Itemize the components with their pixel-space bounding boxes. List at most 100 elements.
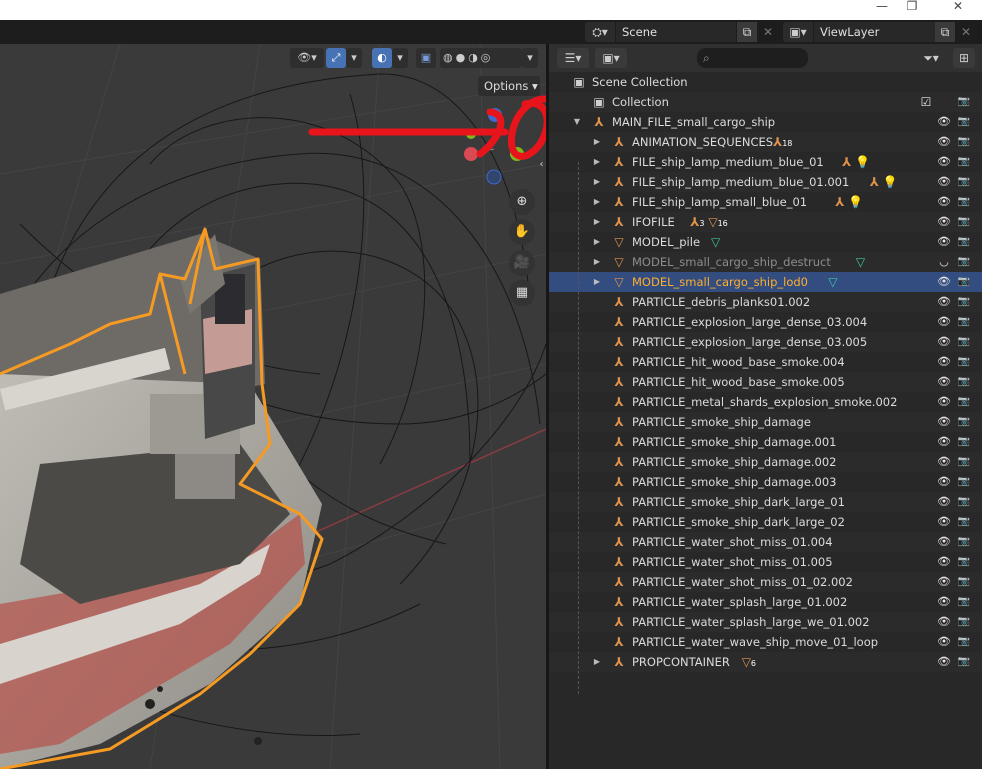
expand-toggle-icon[interactable]: ▶	[592, 212, 602, 232]
hidden-eye-icon[interactable]: ◡	[936, 252, 952, 272]
close-window-button[interactable]: ✕	[938, 0, 978, 20]
visibility-eye-icon[interactable]: 👁	[936, 152, 952, 172]
visibility-eye-icon[interactable]: 👁	[936, 272, 952, 292]
visibility-eye-icon[interactable]: 👁	[936, 292, 952, 312]
visibility-eye-icon[interactable]: 👁	[936, 192, 952, 212]
outliner-row[interactable]: ▶ ⅄ IFOFILE ⅄3 ▽16 👁 📷	[549, 212, 982, 232]
outliner-row[interactable]: ▶ ▽ MODEL_pile ▽ 👁 📷	[549, 232, 982, 252]
render-camera-icon[interactable]: 📷	[956, 192, 972, 212]
visibility-eye-icon[interactable]: 👁	[936, 352, 952, 372]
viewlayer-name-field[interactable]: ViewLayer	[814, 22, 935, 42]
camera-view-icon[interactable]: 🎥	[509, 250, 535, 276]
render-camera-icon[interactable]: 📷	[956, 352, 972, 372]
outliner-search-input[interactable]: ⌕	[697, 48, 808, 68]
scene-icon[interactable]: ⛭▾	[585, 22, 615, 42]
render-camera-icon[interactable]: 📷	[956, 492, 972, 512]
3d-viewport[interactable]: 👁▾ ⤢ ▾ ◐ ▾ ▣ ◍●◑◎ ▾ Options ▾ ‹ ⊕ ✋ 🎥 ▦	[0, 44, 546, 769]
outliner-row[interactable]: ⅄ PARTICLE_smoke_ship_dark_large_01 👁 📷	[549, 492, 982, 512]
outliner-row[interactable]: ▣ Collection ☑ 📷	[549, 92, 982, 112]
new-collection-icon[interactable]: ⊞	[953, 48, 975, 68]
filter-funnel-icon[interactable]: ⏷▾	[915, 48, 947, 68]
shading-mode-group[interactable]: ◍●◑◎	[440, 48, 522, 68]
view-object-types-icon[interactable]: 👁▾	[290, 48, 324, 68]
render-camera-icon[interactable]: 📷	[956, 212, 972, 232]
outliner-row[interactable]: ⅄ PARTICLE_smoke_ship_damage.003 👁 📷	[549, 472, 982, 492]
perspective-grid-icon[interactable]: ▦	[509, 280, 535, 306]
outliner-row[interactable]: ▣ Scene Collection	[549, 72, 982, 92]
render-camera-icon[interactable]: 📷	[956, 132, 972, 152]
render-camera-icon[interactable]: 📷	[956, 552, 972, 572]
visibility-eye-icon[interactable]: 👁	[936, 232, 952, 252]
outliner-row[interactable]: ▶ ▽ MODEL_small_cargo_ship_lod0 ▽ 👁 📷	[549, 272, 982, 292]
render-camera-icon[interactable]: 📷	[956, 232, 972, 252]
pan-hand-icon[interactable]: ✋	[509, 219, 535, 245]
expand-toggle-icon[interactable]: ▶	[592, 252, 602, 272]
render-camera-icon[interactable]: 📷	[956, 252, 972, 272]
outliner-row[interactable]: ⅄ PARTICLE_water_wave_ship_move_01_loop 👁 📷	[549, 632, 982, 652]
render-camera-icon[interactable]: 📷	[956, 592, 972, 612]
render-camera-icon[interactable]: 📷	[956, 532, 972, 552]
visibility-eye-icon[interactable]: 👁	[936, 492, 952, 512]
visibility-eye-icon[interactable]: 👁	[936, 472, 952, 492]
gizmo-dropdown-icon[interactable]: ▾	[346, 48, 362, 68]
render-camera-icon[interactable]: 📷	[956, 412, 972, 432]
exclude-checkbox[interactable]: ☑	[918, 92, 934, 112]
render-camera-icon[interactable]: 📷	[956, 152, 972, 172]
shading-dropdown-icon[interactable]: ▾	[522, 48, 538, 68]
viewlayer-icon[interactable]: ▣▾	[783, 22, 813, 42]
visibility-eye-icon[interactable]: 👁	[936, 392, 952, 412]
visibility-eye-icon[interactable]: 👁	[936, 532, 952, 552]
overlays-toggle-icon[interactable]: ◐	[372, 48, 392, 68]
expand-toggle-icon[interactable]: ▶	[592, 172, 602, 192]
expand-toggle-icon[interactable]: ▼	[572, 112, 582, 132]
render-camera-icon[interactable]: 📷	[956, 312, 972, 332]
visibility-eye-icon[interactable]: 👁	[936, 312, 952, 332]
render-camera-icon[interactable]: 📷	[956, 472, 972, 492]
overlays-dropdown-icon[interactable]: ▾	[392, 48, 408, 68]
outliner-row[interactable]: ▶ ⅄ FILE_ship_lamp_medium_blue_01 ⅄ 💡 👁 📷	[549, 152, 982, 172]
render-camera-icon[interactable]: 📷	[956, 612, 972, 632]
sidebar-toggle-icon[interactable]: ‹	[537, 156, 546, 174]
expand-toggle-icon[interactable]: ▶	[592, 232, 602, 252]
expand-toggle-icon[interactable]: ▶	[592, 652, 602, 672]
visibility-eye-icon[interactable]: 👁	[936, 552, 952, 572]
outliner-row[interactable]: ⅄ PARTICLE_water_shot_miss_01.005 👁 📷	[549, 552, 982, 572]
visibility-eye-icon[interactable]: 👁	[936, 412, 952, 432]
outliner-row[interactable]: ▼ ⅄ MAIN_FILE_small_cargo_ship 👁 📷	[549, 112, 982, 132]
xray-toggle-icon[interactable]: ▣	[416, 48, 436, 68]
visibility-eye-icon[interactable]: 👁	[936, 432, 952, 452]
visibility-eye-icon[interactable]: 👁	[936, 172, 952, 192]
restore-button[interactable]: ❐	[892, 0, 932, 20]
visibility-eye-icon[interactable]: 👁	[936, 132, 952, 152]
outliner-row[interactable]: ⅄ PARTICLE_smoke_ship_damage 👁 📷	[549, 412, 982, 432]
visibility-eye-icon[interactable]: 👁	[936, 212, 952, 232]
render-camera-icon[interactable]: 📷	[956, 452, 972, 472]
expand-toggle-icon[interactable]: ▶	[592, 192, 602, 212]
delete-scene-icon[interactable]: ✕	[759, 22, 777, 42]
outliner-row[interactable]: ⅄ PARTICLE_water_splash_large_we_01.002 👁 📷	[549, 612, 982, 632]
expand-toggle-icon[interactable]: ▶	[592, 152, 602, 172]
viewlayer-selector[interactable]: ▣▾ ViewLayer ⧉ ✕	[783, 22, 978, 42]
visibility-eye-icon[interactable]: 👁	[936, 592, 952, 612]
outliner-row[interactable]: ⅄ PARTICLE_smoke_ship_damage.001 👁 📷	[549, 432, 982, 452]
visibility-eye-icon[interactable]: 👁	[936, 512, 952, 532]
visibility-eye-icon[interactable]: 👁	[936, 632, 952, 652]
expand-toggle-icon[interactable]: ▶	[592, 272, 602, 292]
visibility-eye-icon[interactable]: 👁	[936, 612, 952, 632]
visibility-eye-icon[interactable]: 👁	[936, 452, 952, 472]
scene-name-field[interactable]: Scene	[616, 22, 736, 42]
outliner-row[interactable]: ⅄ PARTICLE_water_shot_miss_01_02.002 👁 📷	[549, 572, 982, 592]
render-camera-icon[interactable]: 📷	[956, 372, 972, 392]
zoom-icon[interactable]: ⊕	[509, 189, 535, 215]
outliner-row[interactable]: ▶ ⅄ PROPCONTAINER ▽6 👁 📷	[549, 652, 982, 672]
render-camera-icon[interactable]: 📷	[956, 512, 972, 532]
visibility-eye-icon[interactable]: 👁	[936, 332, 952, 352]
render-camera-icon[interactable]: 📷	[956, 272, 972, 292]
render-camera-icon[interactable]: 📷	[956, 292, 972, 312]
display-mode-icon[interactable]: ☰▾	[557, 48, 589, 68]
outliner-row[interactable]: ⅄ PARTICLE_metal_shards_explosion_smoke.0…	[549, 392, 982, 412]
visibility-eye-icon[interactable]: 👁	[936, 112, 952, 132]
visibility-eye-icon[interactable]: 👁	[936, 372, 952, 392]
render-camera-icon[interactable]: 📷	[956, 652, 972, 672]
visibility-eye-icon[interactable]: 👁	[936, 572, 952, 592]
